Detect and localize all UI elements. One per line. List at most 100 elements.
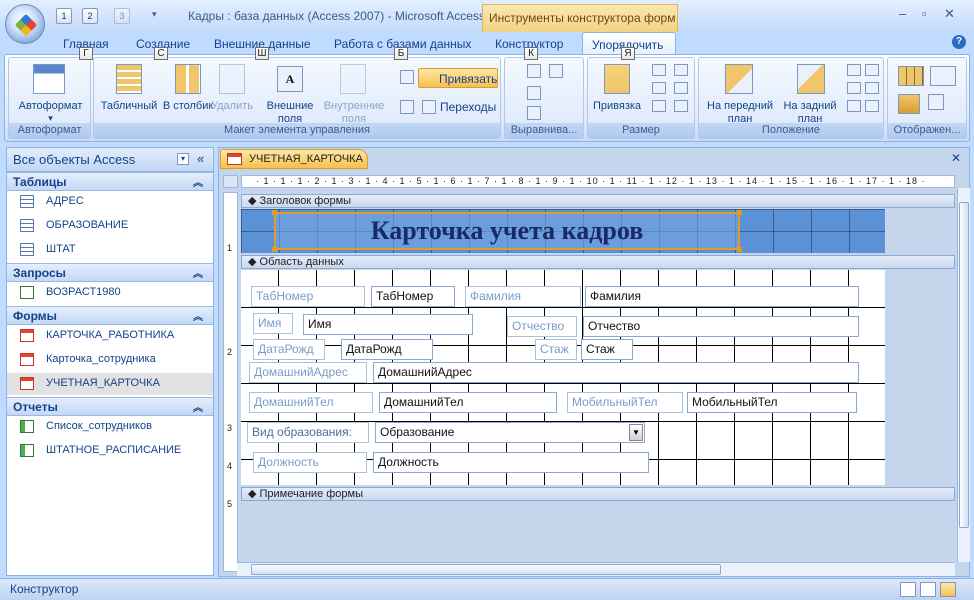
resize-handle[interactable]	[737, 247, 742, 252]
dob-label[interactable]: ДатаРожд	[253, 339, 325, 360]
bring-to-front-icon	[725, 64, 753, 94]
name-label[interactable]: Имя	[253, 313, 293, 334]
save-icon[interactable]: 1	[56, 8, 72, 24]
nav-section-reports[interactable]: Отчеты ︽	[7, 397, 213, 416]
snap-to-grid-button[interactable]: Привязка	[592, 100, 642, 113]
redo-icon[interactable]: 3	[114, 8, 130, 24]
size-to-widest-icon[interactable]	[674, 82, 688, 94]
margins-icon[interactable]	[400, 70, 414, 84]
nav-item-form-selected[interactable]: УЧЕТНАЯ_КАРТОЧКА	[7, 373, 213, 395]
spacing-decrease-icon[interactable]	[865, 82, 879, 94]
resize-handle[interactable]	[272, 247, 277, 252]
dob-field[interactable]: ДатаРожд	[341, 339, 433, 360]
phone-field[interactable]: ДомашнийТел	[379, 392, 557, 413]
size-to-grid-icon[interactable]	[674, 64, 688, 76]
size-to-narrowest-icon[interactable]	[674, 100, 688, 112]
mobile-label[interactable]: МобильныйТел	[567, 392, 683, 413]
patronymic-field[interactable]: Отчество	[583, 316, 859, 337]
form-title-label[interactable]: Карточка учета кадров	[274, 212, 740, 250]
nav-section-queries[interactable]: Запросы ︽	[7, 263, 213, 282]
experience-label[interactable]: Стаж	[535, 339, 577, 360]
padding-icon[interactable]	[400, 100, 414, 114]
dropdown-arrow-icon[interactable]: ▼	[629, 424, 643, 441]
mobile-field[interactable]: МобильныйТел	[687, 392, 857, 413]
resize-handle[interactable]	[272, 210, 277, 215]
grid-icon[interactable]	[930, 66, 956, 86]
nav-item-form[interactable]: КАРТОЧКА_РАБОТНИКА	[7, 325, 213, 347]
tabnum-label[interactable]: ТабНомер	[251, 286, 365, 307]
nav-item-query[interactable]: ВОЗРАСТ1980	[7, 282, 213, 304]
office-button[interactable]	[5, 4, 45, 44]
nav-collapse-icon[interactable]: «	[197, 151, 204, 166]
surname-label[interactable]: Фамилия	[465, 286, 581, 307]
close-document-icon[interactable]: ✕	[951, 151, 961, 165]
vertical-scrollbar[interactable]	[957, 188, 970, 562]
spacing-remove-icon[interactable]	[865, 100, 879, 112]
nav-header[interactable]: Все объекты Access ▾ «	[7, 148, 213, 172]
section-form-header[interactable]: ◆ Заголовок формы	[241, 194, 955, 208]
education-label[interactable]: Вид образования:	[247, 422, 369, 443]
layout-view-icon[interactable]	[920, 582, 936, 597]
resize-handle[interactable]	[737, 210, 742, 215]
design-view-icon[interactable]	[940, 582, 956, 597]
experience-field[interactable]: Стаж	[581, 339, 633, 360]
size-to-tallest-icon[interactable]	[652, 82, 666, 94]
tabular-button[interactable]: Табличный	[96, 100, 162, 113]
education-combobox[interactable]: Образование ▼	[375, 422, 645, 443]
ruler-icon[interactable]	[898, 66, 924, 86]
nav-item-form[interactable]: Карточка_сотрудника	[7, 349, 213, 371]
remove-button[interactable]: Удалить	[206, 100, 258, 113]
section-detail[interactable]: ◆ Область данных	[241, 255, 955, 269]
scroll-thumb[interactable]	[251, 564, 721, 575]
nav-section-tables[interactable]: Таблицы ︽	[7, 172, 213, 191]
name-field[interactable]: Имя	[303, 314, 473, 335]
qat-customize-icon[interactable]: ▾	[152, 9, 157, 20]
size-to-fit-icon[interactable]	[652, 64, 666, 76]
minimize-icon[interactable]: –	[899, 6, 906, 21]
snap-button[interactable]: Привязать	[418, 68, 498, 88]
nav-title: Все объекты Access	[13, 152, 136, 167]
address-field[interactable]: ДомашнийАдрес	[373, 362, 859, 383]
nav-item-table[interactable]: ОБРАЗОВАНИЕ	[7, 215, 213, 237]
spacing-vertical-icon[interactable]	[865, 64, 879, 76]
keytip-arrange: Я	[621, 47, 635, 60]
ruler-corner[interactable]	[223, 175, 238, 188]
tabnum-field[interactable]: ТабНомер	[371, 286, 455, 307]
nav-menu-icon[interactable]: ▾	[177, 153, 189, 165]
align-left-icon[interactable]	[527, 64, 541, 78]
phone-label[interactable]: ДомашнийТел	[249, 392, 373, 413]
horizontal-ruler[interactable]: · 1 · 1 · 1 · 2 · 1 · 3 · 1 · 4 · 1 · 5 …	[241, 175, 955, 188]
close-icon[interactable]: ✕	[944, 6, 955, 22]
transitions-button[interactable]: Переходы	[440, 100, 496, 114]
patronymic-label[interactable]: Отчество	[507, 316, 577, 337]
nav-section-label: Запросы	[13, 266, 66, 280]
align-top-icon[interactable]	[527, 86, 541, 100]
position-label[interactable]: Должность	[253, 452, 367, 473]
help-icon[interactable]: ?	[952, 35, 966, 49]
horizontal-scrollbar[interactable]	[237, 562, 955, 576]
nav-item-report[interactable]: ШТАТНОЕ_РАСПИСАНИЕ	[7, 440, 213, 462]
spacing-equal-icon[interactable]	[847, 100, 861, 112]
address-label[interactable]: ДомашнийАдрес	[249, 362, 367, 383]
nav-item-report[interactable]: Список_сотрудников	[7, 416, 213, 438]
nav-item-table[interactable]: ШТАТ	[7, 239, 213, 261]
surname-field[interactable]: Фамилия	[585, 286, 859, 307]
vertical-ruler[interactable]: 1 2 3 4 5	[223, 192, 238, 572]
nav-item-table[interactable]: АДРЕС	[7, 191, 213, 213]
spacing-increase-icon[interactable]	[847, 82, 861, 94]
size-to-shortest-icon[interactable]	[652, 100, 666, 112]
spacing-horizontal-icon[interactable]	[847, 64, 861, 76]
align-bottom-icon[interactable]	[527, 106, 541, 120]
restore-icon[interactable]: ▫	[922, 6, 927, 21]
keytip-design: К	[524, 47, 538, 60]
form-view-icon[interactable]	[900, 582, 916, 597]
undo-icon[interactable]: 2	[82, 8, 98, 24]
document-tab[interactable]: УЧЕТНАЯ_КАРТОЧКА	[220, 149, 368, 169]
section-form-footer[interactable]: ◆ Примечание формы	[241, 487, 955, 501]
scroll-thumb[interactable]	[959, 202, 969, 528]
position-field[interactable]: Должность	[373, 452, 649, 473]
page-header-icon[interactable]	[898, 94, 920, 114]
align-right-icon[interactable]	[549, 64, 563, 78]
nav-section-forms[interactable]: Формы ︽	[7, 306, 213, 325]
form-header-icon[interactable]	[928, 94, 944, 110]
